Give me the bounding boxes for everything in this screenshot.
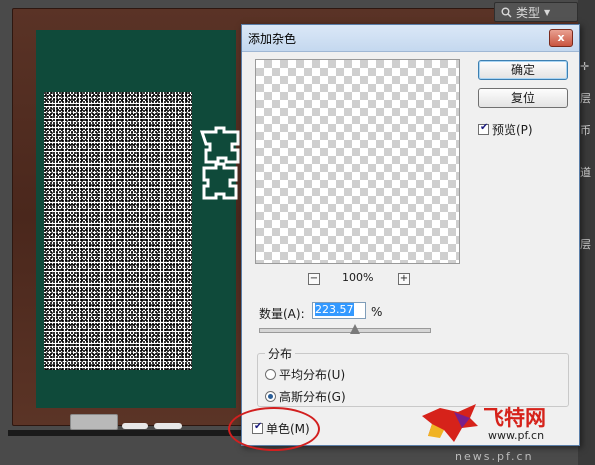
watermark-url: www.pf.cn bbox=[488, 429, 545, 442]
chalk-eraser bbox=[70, 414, 118, 430]
uniform-radio[interactable] bbox=[265, 369, 276, 380]
gaussian-option[interactable]: 高斯分布(G) bbox=[265, 388, 346, 405]
distribution-title: 分布 bbox=[265, 345, 296, 362]
filter-type-label: 类型 bbox=[516, 5, 541, 20]
chevron-down-icon: ▼ bbox=[544, 7, 551, 17]
amount-slider-track[interactable] bbox=[259, 328, 431, 333]
close-button[interactable]: x bbox=[549, 29, 573, 47]
chalk-piece bbox=[154, 423, 182, 429]
layer-filter-search[interactable]: 类型 ▼ bbox=[494, 2, 578, 22]
panel-label[interactable]: 道 bbox=[580, 164, 591, 180]
amount-slider-thumb[interactable] bbox=[350, 324, 361, 334]
zoom-out-button[interactable]: − bbox=[308, 273, 320, 285]
chalk-tray bbox=[8, 430, 244, 436]
puzzle-doodle-icon bbox=[199, 126, 240, 200]
preview-label: 预览(P) bbox=[492, 123, 533, 137]
ok-button[interactable]: 确定 bbox=[478, 60, 568, 80]
amount-input[interactable]: 223.57 bbox=[312, 302, 366, 319]
uniform-label: 平均分布(U) bbox=[279, 368, 346, 382]
bull-logo-icon bbox=[422, 404, 478, 442]
dialog-titlebar[interactable]: 添加杂色 x bbox=[242, 25, 579, 52]
zoom-in-button[interactable]: + bbox=[398, 273, 410, 285]
search-icon bbox=[501, 7, 512, 17]
amount-unit: % bbox=[371, 305, 383, 319]
uniform-option[interactable]: 平均分布(U) bbox=[265, 366, 345, 383]
reset-button[interactable]: 复位 bbox=[478, 88, 568, 108]
preview-checkbox[interactable]: ✔ bbox=[478, 122, 489, 135]
gaussian-radio[interactable] bbox=[265, 391, 276, 402]
gaussian-label: 高斯分布(G) bbox=[279, 390, 346, 404]
check-icon: ✔ bbox=[480, 122, 489, 133]
panel-label[interactable]: 层 bbox=[580, 90, 591, 106]
watermark-logo-text: 飞特网 bbox=[483, 405, 546, 430]
filter-preview[interactable] bbox=[255, 59, 460, 264]
amount-label: 数量(A): bbox=[259, 307, 305, 321]
panel-label[interactable]: 币 bbox=[580, 122, 591, 138]
add-noise-dialog: 添加杂色 x − 100% + 确定 复位 ✔ 预览(P) 数量(A): 223… bbox=[241, 24, 580, 446]
preview-toggle[interactable]: ✔ 预览(P) bbox=[478, 121, 533, 138]
zoom-level: 100% bbox=[342, 271, 374, 284]
chalk-piece bbox=[122, 423, 148, 429]
annotation-highlight-circle bbox=[228, 407, 320, 451]
watermark-url-faded: news.pf.cn bbox=[455, 450, 534, 463]
panel-label[interactable]: 层 bbox=[580, 236, 591, 252]
amount-value: 223.57 bbox=[315, 303, 354, 316]
dialog-title: 添加杂色 bbox=[248, 32, 297, 46]
move-tool-icon[interactable]: ✛ bbox=[580, 60, 589, 73]
noise-layer bbox=[44, 92, 192, 370]
